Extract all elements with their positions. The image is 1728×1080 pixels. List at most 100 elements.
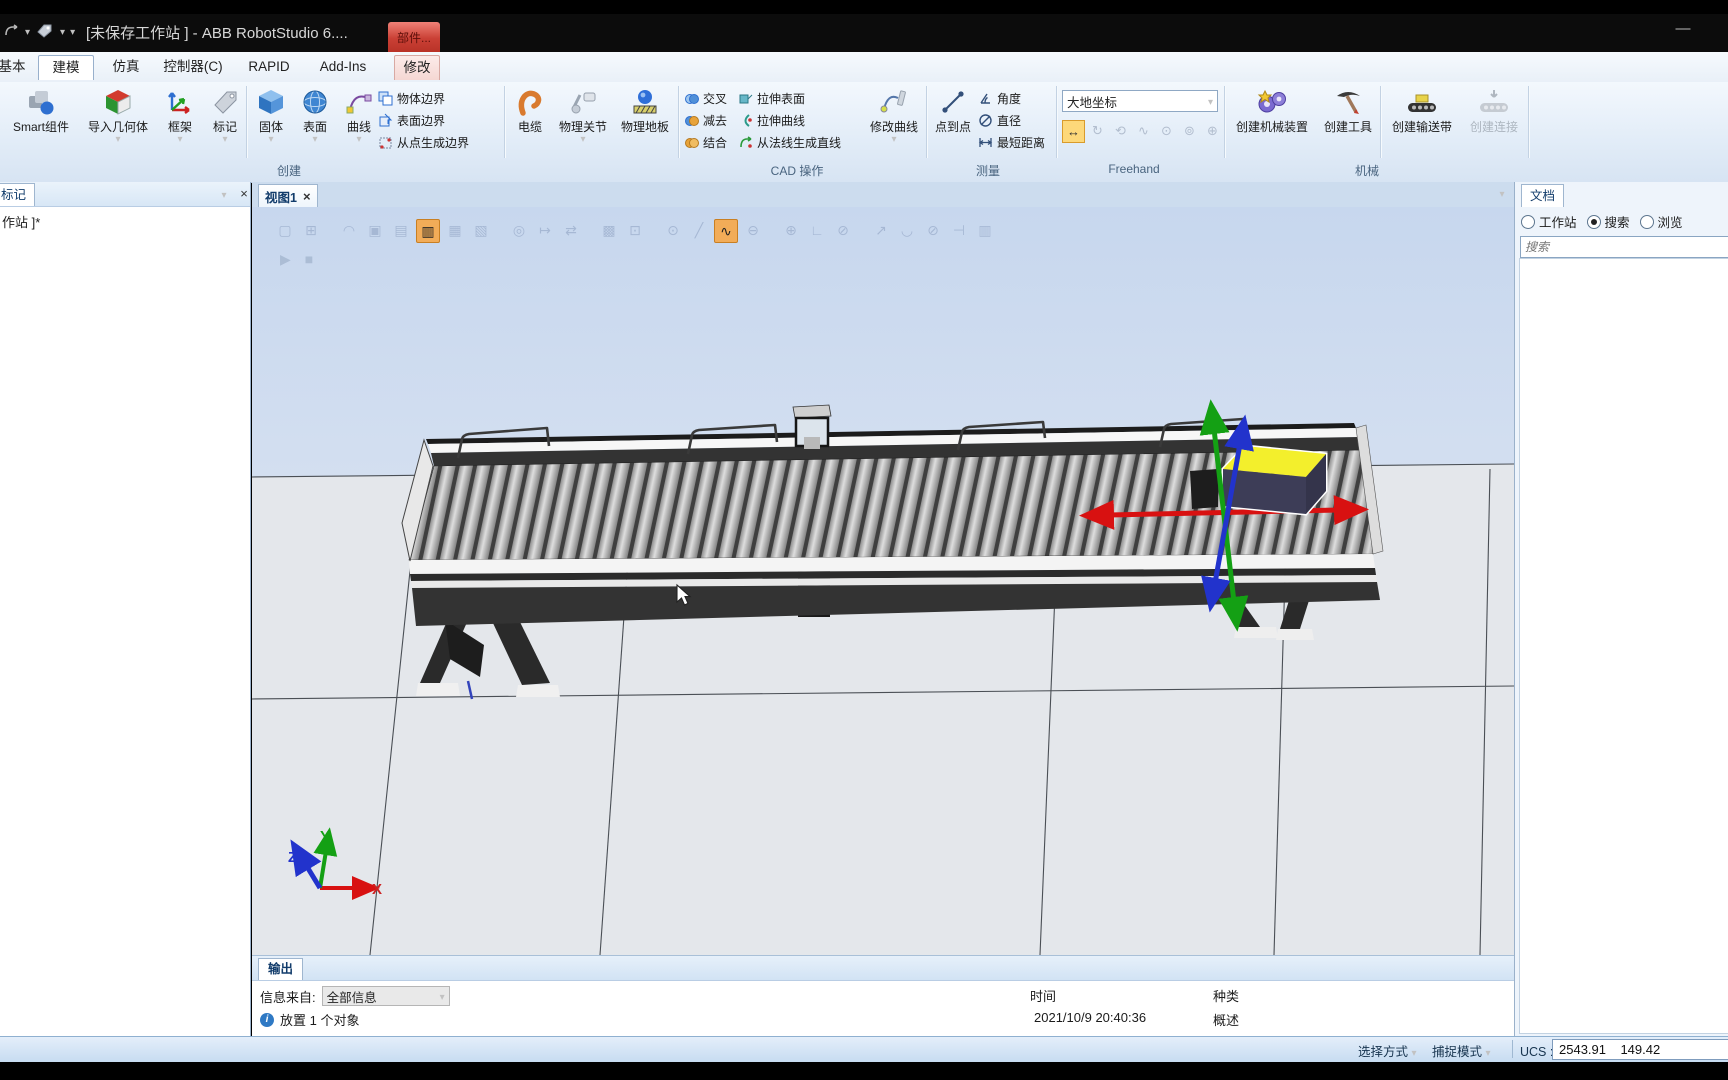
zoom-window-icon[interactable]: ⊞: [300, 219, 322, 241]
create-conveyor-button[interactable]: 创建输送带: [1384, 84, 1460, 160]
output-message-row[interactable]: 放置 1 个对象: [260, 1010, 359, 1029]
radio-search[interactable]: 搜索: [1586, 212, 1630, 231]
output-tab[interactable]: 输出: [258, 958, 304, 980]
tab-addins[interactable]: Add-Ins: [312, 55, 374, 79]
frame-button[interactable]: 框架: [158, 84, 202, 160]
jog-joint-tool-icon[interactable]: ∿: [1133, 120, 1154, 141]
measure-history-icon[interactable]: ▥: [974, 219, 996, 241]
radio-search-icon[interactable]: [1586, 214, 1601, 229]
diameter-button[interactable]: 直径: [978, 110, 1021, 130]
physical-joint-button[interactable]: 物理关节: [554, 84, 612, 160]
modify-curve-dropdown-icon[interactable]: [891, 134, 896, 144]
view1-close-icon[interactable]: [303, 189, 311, 204]
point-to-point-button[interactable]: 点到点: [930, 84, 976, 160]
surface-button[interactable]: 表面: [294, 84, 336, 160]
tab-basic[interactable]: 基本: [0, 55, 38, 79]
workstation-tree-item[interactable]: 作站 ]*: [2, 212, 40, 231]
snap-edge-icon[interactable]: ⊖: [742, 219, 764, 241]
view-tabrow-menu-icon[interactable]: [1494, 185, 1510, 201]
measure-angle-icon[interactable]: ◡: [896, 219, 918, 241]
create-mechanism-button[interactable]: 创建机械装置: [1228, 84, 1316, 160]
documents-results-area[interactable]: [1519, 258, 1728, 1034]
selection-mode-button[interactable]: 选择方式: [1358, 1041, 1417, 1060]
import-geometry-button[interactable]: 导入几何体: [80, 84, 156, 160]
tag-dropdown2-icon[interactable]: [222, 134, 227, 144]
output-col-time[interactable]: 时间: [1030, 986, 1056, 1005]
surface-border-button[interactable]: 表面边界: [378, 110, 445, 130]
minimize-button[interactable]: [1668, 20, 1698, 42]
select-part-icon[interactable]: ▥: [416, 219, 440, 243]
union-button[interactable]: 结合: [684, 132, 727, 152]
view-style-icon[interactable]: ▢: [274, 219, 296, 241]
snap-grid-icon[interactable]: ▩: [598, 219, 620, 241]
curve-dropdown-icon[interactable]: [356, 134, 361, 144]
customize-qat-icon[interactable]: [70, 22, 75, 40]
radio-workstation-icon[interactable]: [1521, 214, 1535, 229]
modify-curve-button[interactable]: 修改曲线: [864, 84, 924, 160]
select-target-icon[interactable]: ◎: [508, 219, 530, 241]
pan-tool-icon[interactable]: ⟲: [1110, 120, 1131, 141]
select-group-icon[interactable]: ▦: [444, 219, 466, 241]
snap-midpoint-icon[interactable]: ╱: [688, 219, 710, 241]
physical-floor-button[interactable]: 物理地板: [614, 84, 676, 160]
extrude-curve-button[interactable]: 拉伸曲线: [738, 110, 805, 130]
snap-local-origin-icon[interactable]: ∟: [806, 219, 828, 241]
radio-browse[interactable]: 浏览: [1639, 212, 1683, 231]
redo-icon[interactable]: [4, 24, 20, 38]
measure-diameter-icon[interactable]: ⊘: [922, 219, 944, 241]
snap-mode-button[interactable]: 捕捉模式: [1432, 1041, 1491, 1060]
tag-button[interactable]: 标记: [204, 84, 246, 160]
panel-menu-icon[interactable]: [216, 186, 232, 202]
select-path-icon[interactable]: ⇄: [560, 219, 582, 241]
snap-gravity-icon[interactable]: ⊕: [780, 219, 802, 241]
multirobot-jog-tool-icon[interactable]: ⊕: [1202, 120, 1223, 141]
import-geometry-dropdown-icon[interactable]: [115, 134, 120, 144]
measure-min-distance-icon[interactable]: ⊣: [948, 219, 970, 241]
tab-simulation[interactable]: 仿真: [100, 55, 152, 79]
output-source-combo[interactable]: 全部信息: [321, 986, 450, 1006]
frame-dropdown-icon[interactable]: [177, 134, 182, 144]
reference-coordinate-combo[interactable]: 大地坐标: [1062, 90, 1218, 112]
smart-component-button[interactable]: Smart组件: [4, 84, 78, 160]
select-move-instr-icon[interactable]: ↦: [534, 219, 556, 241]
extrude-surface-button[interactable]: 拉伸表面: [738, 88, 805, 108]
solid-button[interactable]: 固体: [250, 84, 292, 160]
angle-button[interactable]: 角度: [978, 88, 1021, 108]
select-surface-icon[interactable]: ▣: [364, 219, 386, 241]
radio-browse-icon[interactable]: [1639, 214, 1654, 229]
tag-dropdown-icon[interactable]: [60, 22, 65, 40]
rotate-tool-icon[interactable]: ↻: [1087, 120, 1108, 141]
snap-object-center-icon[interactable]: ⊡: [624, 219, 646, 241]
documents-tab[interactable]: 文档: [1521, 184, 1565, 207]
output-col-category[interactable]: 种类: [1213, 986, 1239, 1005]
tag-panel-tab[interactable]: 标记: [0, 183, 36, 206]
tab-modify[interactable]: 修改: [394, 55, 440, 80]
select-curve-icon[interactable]: ◠: [338, 219, 360, 241]
curve-button[interactable]: 曲线: [338, 84, 380, 160]
viewport-3d[interactable]: X Y Z ▢ ⊞ ◠ ▣ ▤ ▥ ▦ ▧ ◎ ↦ ⇄ ▩ ⊡ ⊙ ╱ ∿ ⊖ ⊕ ∟ ⊘ ↗ ◡ ⊘ ⊣ ▥: [252, 207, 1514, 955]
snap-endpoint-icon[interactable]: ∿: [714, 219, 738, 243]
subtract-button[interactable]: 减去: [684, 110, 727, 130]
tab-modeling[interactable]: 建模: [38, 55, 94, 80]
jog-linear-tool-icon[interactable]: ⊙: [1156, 120, 1177, 141]
move-tool-icon[interactable]: ↔: [1062, 120, 1085, 143]
create-tool-button[interactable]: 创建工具: [1318, 84, 1378, 160]
line-from-normal-button[interactable]: 从法线生成直线: [738, 132, 841, 152]
3d-scene[interactable]: X Y Z: [252, 207, 1514, 955]
tab-rapid[interactable]: RAPID: [240, 55, 298, 79]
radio-workstation[interactable]: 工作站: [1521, 212, 1577, 231]
view1-tab[interactable]: 视图1: [258, 184, 318, 207]
documents-search-input[interactable]: [1520, 236, 1728, 258]
intersect-button[interactable]: 交叉: [684, 88, 727, 108]
snap-center-icon[interactable]: ⊙: [662, 219, 684, 241]
select-mechanism-icon[interactable]: ▧: [470, 219, 492, 241]
body-border-button[interactable]: 物体边界: [378, 88, 445, 108]
stop-icon[interactable]: [305, 251, 313, 268]
select-body-icon[interactable]: ▤: [390, 219, 412, 241]
tag-icon[interactable]: [35, 23, 55, 39]
jog-reorient-tool-icon[interactable]: ⊚: [1179, 120, 1200, 141]
context-group-tab[interactable]: 部件...: [388, 22, 440, 52]
snap-ucs-icon[interactable]: ⊘: [832, 219, 854, 241]
min-distance-button[interactable]: 最短距离: [978, 132, 1045, 152]
surface-dropdown-icon[interactable]: [312, 134, 317, 144]
